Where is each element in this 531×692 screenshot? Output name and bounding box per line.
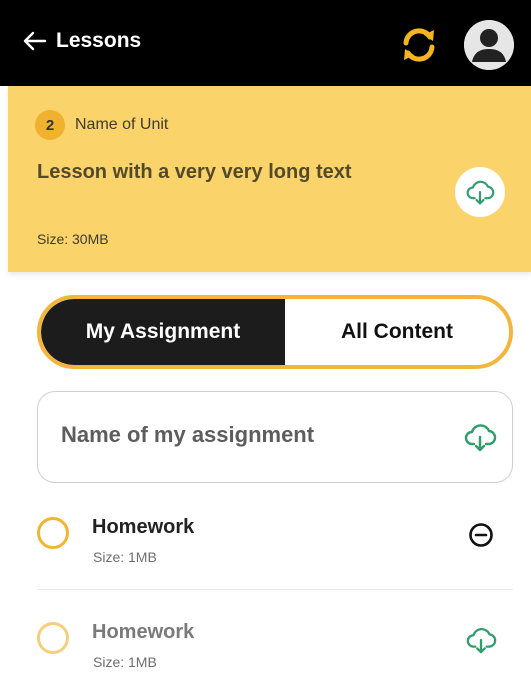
tab-all-content[interactable]: All Content xyxy=(285,299,509,365)
unit-name: Name of Unit xyxy=(75,116,169,133)
item-size: Size: 1MB xyxy=(93,549,157,565)
select-radio[interactable] xyxy=(37,517,69,549)
list-divider xyxy=(37,589,513,590)
download-button[interactable] xyxy=(465,624,497,656)
assignment-name: Name of my assignment xyxy=(61,422,315,447)
sync-icon xyxy=(403,28,435,62)
content-toggle: My Assignment All Content xyxy=(37,295,513,369)
assignment-download-button[interactable] xyxy=(463,420,497,454)
tab-my-assignment[interactable]: My Assignment xyxy=(41,299,285,365)
lesson-size: Size: 30MB xyxy=(37,231,109,247)
item-size: Size: 1MB xyxy=(93,654,157,670)
cloud-download-icon xyxy=(464,424,497,452)
top-bar: Lessons xyxy=(0,0,531,86)
unit-number-badge: 2 xyxy=(35,110,65,140)
assignment-card[interactable]: Name of my assignment xyxy=(37,391,513,483)
list-item: Homework Size: 1MB xyxy=(37,617,513,687)
unit-banner: 2 Name of Unit Lesson with a very very l… xyxy=(8,86,531,272)
item-title: Homework xyxy=(92,516,195,538)
user-avatar-icon xyxy=(464,20,514,70)
select-radio[interactable] xyxy=(37,622,69,654)
sync-button[interactable] xyxy=(398,24,440,66)
cloud-download-icon xyxy=(466,627,497,654)
remove-circle-icon xyxy=(469,523,493,547)
remove-button[interactable] xyxy=(465,519,497,551)
lesson-download-button[interactable] xyxy=(455,167,505,217)
lesson-title: Lesson with a very very long text xyxy=(37,161,352,183)
back-button[interactable]: Lessons xyxy=(22,28,141,54)
page-title: Lessons xyxy=(56,29,142,52)
cloud-download-icon xyxy=(466,180,495,205)
item-title: Homework xyxy=(92,621,195,643)
arrow-left-icon xyxy=(23,31,47,51)
avatar[interactable] xyxy=(464,20,514,70)
list-item: Homework Size: 1MB xyxy=(37,512,513,582)
unit-row: 2 Name of Unit xyxy=(35,110,168,140)
